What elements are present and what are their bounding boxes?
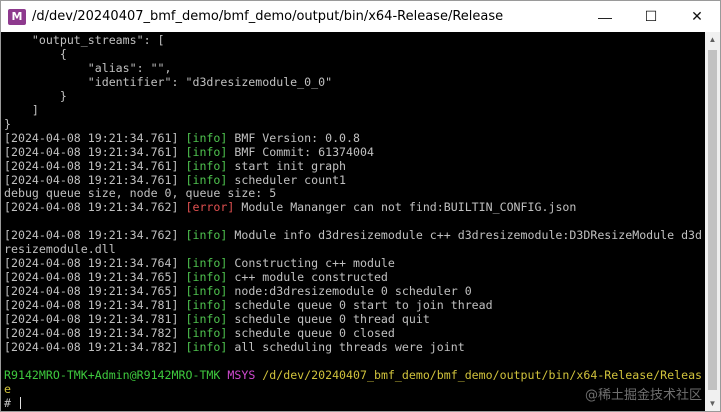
scrollbar-thumb[interactable] (708, 50, 717, 390)
prompt-path: /d/dev/20240407_bmf_demo/bmf_demo/output… (262, 367, 703, 382)
log-message: BMF Version: 0.0.8 (227, 130, 360, 145)
log-message: schedule queue 0 closed (227, 326, 395, 341)
log-level-error: [error] (185, 200, 235, 215)
log-line: [2024-04-08 19:21:34.761] [info] start i… (4, 158, 706, 174)
vertical-scrollbar[interactable]: ▲ ▼ (705, 32, 720, 411)
log-line: [2024-04-08 19:21:34.765] [info] c++ mod… (4, 270, 706, 285)
log-message: all scheduling threads were joint (227, 339, 465, 354)
log-timestamp: [2024-04-08 19:21:34.761] (4, 172, 186, 187)
json-line: "alias": "", (4, 60, 172, 75)
close-button[interactable]: ✕ (674, 1, 720, 32)
log-timestamp: [2024-04-08 19:21:34.761] (4, 158, 186, 173)
log-message: schedule queue 0 thread quit (227, 312, 430, 327)
maximize-icon: ☐ (644, 8, 658, 24)
minimize-button[interactable]: — (582, 1, 628, 32)
scroll-down-icon[interactable]: ▼ (705, 396, 720, 411)
log-message: Module Mananger can not find:BUILTIN_CON… (234, 200, 577, 215)
maximize-button[interactable]: ☐ (628, 1, 674, 32)
log-level-info: [info] (185, 312, 228, 327)
log-level-info: [info] (185, 256, 228, 271)
log-line: [2024-04-08 19:21:34.765] [info] node:d3… (4, 284, 706, 299)
log-message: scheduler count1 (227, 172, 347, 187)
log-line: [2024-04-08 19:21:34.761] [info] schedul… (4, 172, 706, 188)
log-line: [2024-04-08 19:21:34.761] [info] BMF Com… (4, 144, 706, 160)
output-line: resizemodule.dll (4, 242, 116, 257)
log-line: [2024-04-08 19:21:34.781] [info] schedul… (4, 312, 706, 327)
watermark: @稀土掘金技术社区 (584, 388, 702, 403)
json-line: ] (4, 102, 39, 117)
msys-app-icon[interactable]: M (8, 8, 26, 25)
log-timestamp: [2024-04-08 19:21:34.782] (4, 326, 186, 341)
log-line: [2024-04-08 19:21:34.762] [info] Module … (4, 228, 706, 243)
json-line: "identifier": "d3dresizemodule_0_0" (4, 74, 333, 89)
log-timestamp: [2024-04-08 19:21:34.764] (4, 256, 186, 271)
json-line: "output_streams": [ (4, 33, 165, 47)
log-level-info: [info] (185, 228, 228, 243)
json-line: } (4, 116, 11, 131)
log-timestamp: [2024-04-08 19:21:34.765] (4, 270, 186, 285)
log-level-info: [info] (185, 130, 228, 145)
log-line: [2024-04-08 19:21:34.782] [info] schedul… (4, 326, 706, 341)
log-message: Constructing c++ module (227, 256, 395, 271)
json-line: { (4, 46, 67, 61)
close-icon: ✕ (691, 8, 703, 24)
log-message: Module info d3dresizemodule c++ d3dresiz… (227, 228, 703, 243)
log-line: [2024-04-08 19:21:34.761] [info] BMF Ver… (4, 130, 706, 146)
log-level-info: [info] (185, 284, 228, 299)
log-line: [2024-04-08 19:21:34.762] [error] Module… (4, 200, 706, 215)
log-message: schedule queue 0 start to join thread (227, 298, 493, 313)
log-level-info: [info] (185, 158, 228, 173)
log-timestamp: [2024-04-08 19:21:34.762] (4, 200, 186, 215)
log-message: start init graph (227, 158, 347, 173)
log-timestamp: [2024-04-08 19:21:34.762] (4, 228, 186, 243)
output-line: debug queue size, node 0, queue size: 5 (4, 186, 277, 201)
log-message: c++ module constructed (227, 270, 388, 285)
log-timestamp: [2024-04-08 19:21:34.781] (4, 312, 186, 327)
log-timestamp: [2024-04-08 19:21:34.765] (4, 284, 186, 299)
log-timestamp: [2024-04-08 19:21:34.781] (4, 298, 186, 313)
log-level-info: [info] (185, 144, 228, 159)
terminal-lines: "output_streams": [ { "alias": "", "iden… (1, 32, 706, 411)
log-line: [2024-04-08 19:21:34.764] [info] Constru… (4, 256, 706, 271)
prompt-line: R9142MRO-TMK+Admin@R9142MRO-TMK MSYS /d/… (4, 367, 706, 383)
log-timestamp: [2024-04-08 19:21:34.782] (4, 339, 186, 354)
log-line: [2024-04-08 19:21:34.781] [info] schedul… (4, 298, 706, 313)
window-controls: — ☐ ✕ (582, 1, 720, 32)
json-line: } (4, 88, 67, 103)
log-message: BMF Commit: 61374004 (227, 144, 374, 159)
log-level-info: [info] (185, 270, 228, 285)
log-message: node:d3dresizemodule 0 scheduler 0 (227, 284, 472, 299)
log-timestamp: [2024-04-08 19:21:34.761] (4, 130, 186, 145)
log-level-info: [info] (185, 298, 228, 313)
prompt-system: MSYS (227, 367, 256, 382)
minimize-icon: — (598, 8, 612, 25)
log-level-info: [info] (185, 172, 228, 187)
terminal-window: M /d/dev/20240407_bmf_demo/bmf_demo/outp… (0, 0, 721, 412)
terminal-output[interactable]: "output_streams": [ { "alias": "", "iden… (1, 32, 706, 411)
log-level-info: [info] (185, 339, 228, 354)
title-bar[interactable]: M /d/dev/20240407_bmf_demo/bmf_demo/outp… (1, 1, 720, 32)
log-timestamp: [2024-04-08 19:21:34.761] (4, 144, 186, 159)
scroll-up-icon[interactable]: ▲ (705, 32, 720, 47)
window-title: /d/dev/20240407_bmf_demo/bmf_demo/output… (32, 9, 504, 24)
prompt-user: R9142MRO-TMK+Admin@R9142MRO-TMK (4, 367, 221, 382)
prompt-symbol: # (4, 395, 18, 410)
log-line: [2024-04-08 19:21:34.782] [info] all sch… (4, 339, 706, 355)
log-level-info: [info] (185, 326, 228, 341)
text-cursor (19, 396, 21, 409)
